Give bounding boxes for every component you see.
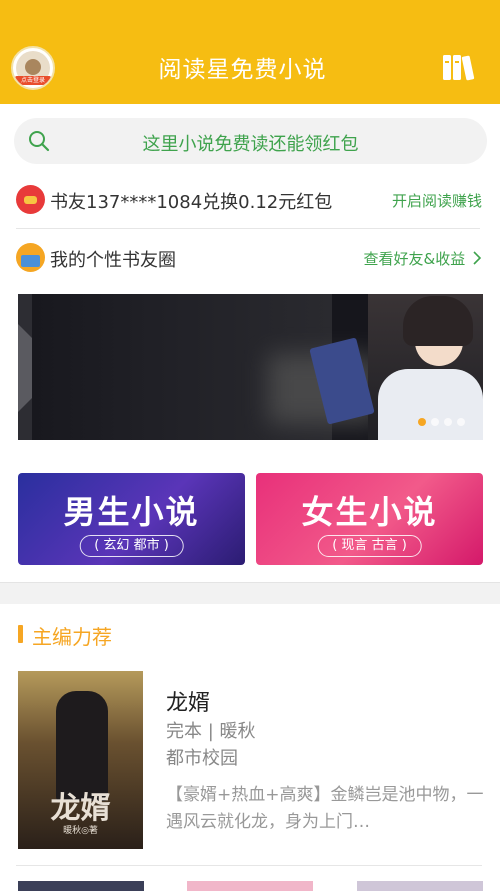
book-title[interactable]: 龙婿 <box>166 685 210 717</box>
start-reading-earn-link[interactable]: 开启阅读赚钱 <box>392 190 482 211</box>
bookshelf-icon[interactable] <box>442 52 476 82</box>
redpack-notice-text: 书友137****1084兑换0.12元红包 <box>50 192 333 213</box>
search-placeholder: 这里小说免费读还能领红包 <box>142 134 359 155</box>
book-circle-row[interactable]: 我的个性书友圈 查看好友&收益 <box>16 240 482 276</box>
male-novels-button[interactable]: 男生小说 ( 玄幻 都市 ) <box>18 473 245 565</box>
female-novels-title: 女生小说 <box>301 493 438 531</box>
divider <box>16 228 480 229</box>
section-accent-bar <box>18 625 23 643</box>
book-circle-text: 我的个性书友圈 <box>50 250 176 271</box>
banner-dot-active[interactable] <box>418 418 426 426</box>
red-packet-icon <box>16 185 45 214</box>
banner-dot[interactable] <box>444 418 452 426</box>
cover-title: 龙婿 <box>50 791 111 826</box>
search-bar[interactable]: 这里小说免费读还能领红包 <box>14 118 487 164</box>
female-novels-button[interactable]: 女生小说 ( 现言 古言 ) <box>256 473 483 565</box>
banner-character-hair <box>403 296 473 346</box>
next-book-cover[interactable] <box>18 881 144 891</box>
book-description: 【豪婿+热血+高爽】金鳞岂是池中物，一遇风云就化龙，身为上门… <box>166 785 484 832</box>
top-header: 点击登录 阅读星免费小说 <box>0 0 500 104</box>
male-novels-title: 男生小说 <box>63 493 200 531</box>
book-circle-icon <box>16 243 45 272</box>
view-friends-earnings-link[interactable]: 查看好友&收益 <box>364 248 482 269</box>
male-novels-subtitle: ( 玄幻 都市 ) <box>79 535 184 557</box>
view-friends-earnings-label: 查看好友&收益 <box>363 250 466 268</box>
divider <box>16 865 482 866</box>
female-novels-subtitle: ( 现言 古言 ) <box>317 535 422 557</box>
section-title: 主编力荐 <box>32 625 112 649</box>
book-meta: 完本 | 暖秋 <box>166 721 256 742</box>
promo-banner[interactable] <box>18 294 483 440</box>
redpack-notice-row: 书友137****1084兑换0.12元红包 开启阅读赚钱 <box>16 182 482 218</box>
next-book-cover[interactable] <box>187 881 313 891</box>
chevron-right-icon <box>473 251 482 265</box>
cover-author: 暖秋◎著 <box>63 826 98 836</box>
section-gap <box>0 582 500 604</box>
banner-character-coat <box>378 369 483 440</box>
banner-pagination <box>418 418 468 428</box>
book-cover[interactable]: 龙婿 暖秋◎著 <box>18 671 143 849</box>
app-title: 阅读星免费小说 <box>158 57 327 83</box>
next-book-cover[interactable] <box>357 881 483 891</box>
book-category: 都市校园 <box>166 748 238 769</box>
banner-dot[interactable] <box>431 418 439 426</box>
banner-dot[interactable] <box>457 418 465 426</box>
